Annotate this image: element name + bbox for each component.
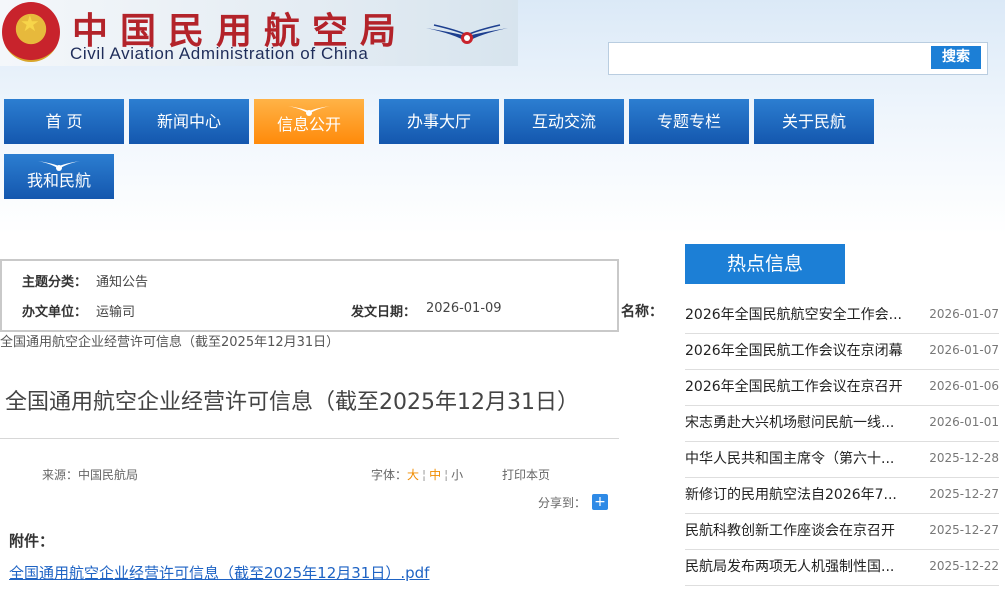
- hot-item-title[interactable]: 2026年全国民航工作会议在京闭幕: [685, 340, 903, 360]
- share-plus-icon[interactable]: +: [592, 494, 608, 510]
- search-box: 搜索: [608, 42, 988, 75]
- nav-label: 互动交流: [531, 112, 596, 131]
- hot-list-item[interactable]: 2026年全国民航工作会议在京闭幕 2026-01-07: [685, 334, 999, 370]
- national-emblem-icon: ★: [2, 2, 60, 62]
- nav-item-news[interactable]: 新闻中心: [129, 99, 249, 144]
- document-info-box: 主题分类： 通知公告 办文单位： 运输司 发文日期： 2026-01-09: [0, 259, 619, 332]
- share-label: 分享到：: [538, 496, 587, 510]
- document-name: 全国通用航空企业经营许可信息（截至2025年12月31日）: [0, 335, 340, 350]
- nav-item-services[interactable]: 办事大厅: [379, 99, 499, 144]
- hot-list-item[interactable]: 民航局发布两项无人机强制性国... 2025-12-22: [685, 550, 999, 586]
- topic-label: 主题分类：: [22, 275, 88, 290]
- hot-info-header[interactable]: 热点信息: [685, 244, 845, 284]
- plane-icon: [288, 106, 330, 116]
- title-divider: [0, 438, 619, 439]
- hot-list-item[interactable]: 宋志勇赴大兴机场慰问民航一线... 2026-01-01: [685, 406, 999, 442]
- nav-label: 专题专栏: [656, 112, 721, 131]
- hot-item-date: 2026-01-07: [929, 343, 999, 357]
- nav-label: 关于民航: [781, 112, 846, 131]
- nav-label: 首 页: [45, 112, 83, 131]
- hot-list-item[interactable]: 新修订的民用航空法自2026年7... 2025-12-27: [685, 478, 999, 514]
- hot-list-item[interactable]: 中华人民共和国主席令（第六十... 2025-12-28: [685, 442, 999, 478]
- site-title-en: Civil Aviation Administration of China: [70, 44, 369, 63]
- hot-item-title[interactable]: 宋志勇赴大兴机场慰问民航一线...: [685, 412, 894, 432]
- attachment-label: 附件：: [9, 532, 55, 550]
- nav-item-home[interactable]: 首 页: [4, 99, 124, 144]
- nav-label: 我和民航: [26, 171, 91, 190]
- hot-list-item[interactable]: 2026年全国民航航空安全工作会... 2026-01-07: [685, 298, 999, 334]
- hot-list-item[interactable]: 2026年全国民航工作会议在京召开 2026-01-06: [685, 370, 999, 406]
- font-size-controls: 字体：大 ¦ 中 ¦ 小: [371, 468, 464, 482]
- nav-label: 办事大厅: [406, 112, 471, 131]
- hot-item-date: 2026-01-06: [929, 379, 999, 393]
- name-label: 名称：: [621, 304, 663, 320]
- hot-item-title[interactable]: 民航科教创新工作座谈会在京召开: [685, 520, 895, 540]
- caac-wings-logo-icon: [426, 24, 508, 44]
- topic-value: 通知公告: [96, 275, 149, 290]
- font-medium-button[interactable]: 中: [429, 468, 441, 482]
- hot-item-title[interactable]: 2026年全国民航工作会议在京召开: [685, 376, 903, 396]
- attachment-link[interactable]: 全国通用航空企业经营许可信息（截至2025年12月31日）.pdf: [9, 562, 429, 583]
- unit-label: 办文单位：: [22, 305, 88, 320]
- hot-item-date: 2025-12-27: [929, 523, 999, 537]
- font-large-button[interactable]: 大: [407, 468, 419, 482]
- hot-list-item[interactable]: 民航科教创新工作座谈会在京召开 2025-12-27: [685, 514, 999, 550]
- nav-item-about[interactable]: 关于民航: [754, 99, 874, 144]
- hot-item-title[interactable]: 新修订的民用航空法自2026年7...: [685, 484, 897, 504]
- article-source: 来源：中国民航局: [42, 468, 139, 482]
- nav-item-info-disclosure[interactable]: 信息公开: [254, 99, 364, 144]
- date-label: 发文日期：: [351, 305, 417, 320]
- hot-item-title[interactable]: 2026年全国民航航空安全工作会...: [685, 304, 902, 324]
- nav-item-interaction[interactable]: 互动交流: [504, 99, 624, 144]
- hot-item-title[interactable]: 民航局发布两项无人机强制性国...: [685, 556, 894, 576]
- nav-label: 新闻中心: [156, 112, 221, 131]
- hot-item-date: 2026-01-07: [929, 307, 999, 321]
- nav-item-me-and-aviation[interactable]: 我和民航: [4, 154, 114, 199]
- font-small-button[interactable]: 小: [451, 468, 463, 482]
- date-value: 2026-01-09: [426, 301, 502, 316]
- print-page-link[interactable]: 打印本页: [502, 466, 550, 483]
- hot-item-date: 2025-12-22: [929, 559, 999, 573]
- hot-item-date: 2025-12-27: [929, 487, 999, 501]
- font-label: 字体：: [371, 468, 408, 482]
- hot-item-title[interactable]: 中华人民共和国主席令（第六十...: [685, 448, 894, 468]
- search-button[interactable]: 搜索: [931, 46, 981, 69]
- unit-value: 运输司: [96, 305, 136, 320]
- article-title: 全国通用航空企业经营许可信息（截至2025年12月31日）: [5, 390, 579, 415]
- site-logo-banner[interactable]: ★ 中国民用航空局 Civil Aviation Administration …: [0, 0, 518, 66]
- search-input[interactable]: [613, 47, 923, 70]
- hot-item-date: 2025-12-28: [929, 451, 999, 465]
- nav-item-topics[interactable]: 专题专栏: [629, 99, 749, 144]
- plane-icon: [38, 161, 80, 171]
- hot-item-date: 2026-01-01: [929, 415, 999, 429]
